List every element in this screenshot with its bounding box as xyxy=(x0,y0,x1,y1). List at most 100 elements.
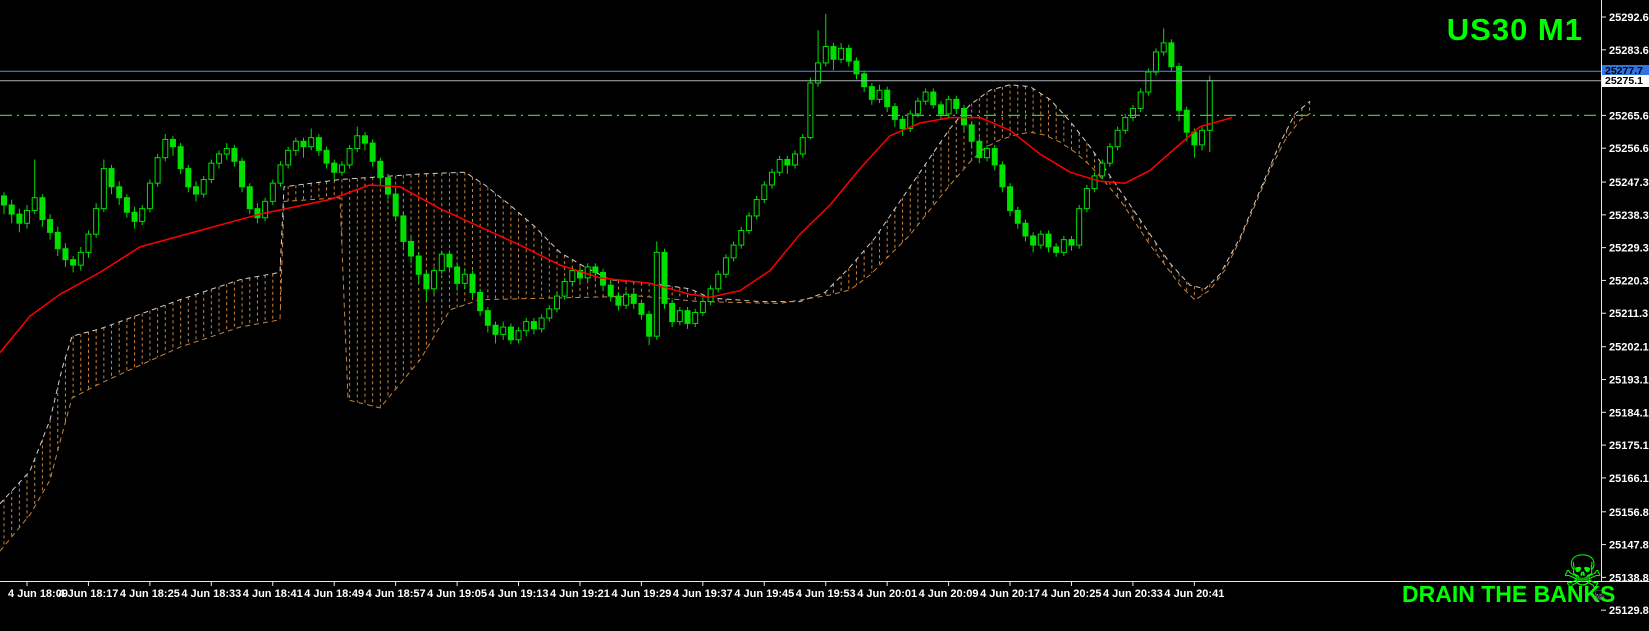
candle-bull xyxy=(776,158,783,173)
candle-bear xyxy=(323,149,330,164)
candle-bull xyxy=(1083,188,1090,210)
candle-bull xyxy=(745,215,752,232)
chart-canvas[interactable]: 25292.6 25283.6 25265.6 25256.6 25247.3 25238… xyxy=(0,0,1649,631)
candle-bear xyxy=(592,266,599,273)
candle-bull xyxy=(285,149,292,166)
candle-bull xyxy=(876,89,883,100)
candle-bull xyxy=(707,288,714,303)
candle-bear xyxy=(1176,66,1183,111)
candle-bear xyxy=(8,204,15,215)
candle-bull xyxy=(200,179,207,195)
candle-bear xyxy=(615,295,622,306)
candle-bull xyxy=(31,197,38,211)
candle-bull xyxy=(277,164,284,184)
candle-bull xyxy=(292,140,299,151)
candle-bull xyxy=(208,162,215,181)
candle-bull xyxy=(461,273,468,284)
candle-bear xyxy=(131,211,138,222)
candle-bull xyxy=(269,182,276,202)
price-label: 25229.3 xyxy=(1609,243,1649,255)
time-label: 4 Jun 19:37 xyxy=(673,588,733,600)
candle-bear xyxy=(853,60,860,75)
candle-bear xyxy=(784,158,791,166)
candle-bull xyxy=(308,137,315,148)
candle-bull xyxy=(1076,208,1083,246)
price-label: 25256.6 xyxy=(1609,143,1649,155)
candle-bull xyxy=(1129,107,1136,119)
candle-bear xyxy=(239,160,246,188)
price-scale[interactable]: 25292.6 25283.6 25265.6 25256.6 25247.3 25238… xyxy=(1601,12,1649,617)
candle-bear xyxy=(377,160,384,179)
price-label: 25193.1 xyxy=(1609,375,1649,387)
candle-bull xyxy=(223,148,230,155)
candle-bear xyxy=(638,302,645,315)
time-label: 4 Jun 18:49 xyxy=(304,588,364,600)
candle-bear xyxy=(1053,246,1060,253)
candle-bull xyxy=(216,153,223,164)
candle-bear xyxy=(1030,235,1037,246)
candle-bull xyxy=(77,251,84,266)
candle-bull xyxy=(100,168,107,210)
candle-bear xyxy=(484,310,491,326)
price-label: 25247.3 xyxy=(1609,177,1649,189)
candle-bear xyxy=(361,135,368,144)
time-label: 4 Jun 19:53 xyxy=(796,588,856,600)
price-label: 25166.1 xyxy=(1609,473,1649,485)
candle-bear xyxy=(1045,233,1052,248)
candle-bear xyxy=(331,162,338,173)
candle-bull xyxy=(1145,71,1152,93)
bid-price-tag: 25275.1 xyxy=(1602,74,1649,87)
candle-bear xyxy=(1022,222,1029,237)
candle-bear xyxy=(1168,42,1175,68)
price-label: 25220.3 xyxy=(1609,275,1649,287)
candle-bull xyxy=(93,208,100,235)
candle-bull xyxy=(154,157,161,184)
candle-bear xyxy=(492,324,499,335)
candle-bull xyxy=(715,273,722,290)
time-label: 4 Jun 18:41 xyxy=(243,588,303,600)
candle-bear xyxy=(930,91,937,106)
candle-bear xyxy=(169,138,176,148)
candle-bear xyxy=(1,195,7,206)
candle-bull xyxy=(146,182,153,210)
time-label: 4 Jun 19:13 xyxy=(489,588,549,600)
candle-bear xyxy=(646,313,653,337)
candle-bear xyxy=(62,248,69,261)
candle-bear xyxy=(123,197,130,213)
candle-bear xyxy=(507,326,514,341)
axes xyxy=(0,0,1649,582)
candle-bull xyxy=(1114,129,1121,148)
small-skull-icon: ☠ xyxy=(1592,588,1606,605)
candle-bull xyxy=(984,148,991,159)
candle-bull xyxy=(85,233,92,253)
candle-bear xyxy=(1014,209,1021,224)
candle-bear xyxy=(108,168,115,188)
candle-bear xyxy=(177,146,184,170)
time-scale[interactable]: 4 Jun 18:094 Jun 18:17 4 Jun 18:25 4 Jun 1… xyxy=(8,581,1224,600)
candle-bear xyxy=(999,164,1006,188)
candle-bear xyxy=(868,86,875,100)
candle-bull xyxy=(807,82,814,139)
candle-bear xyxy=(891,106,898,120)
candle-bull xyxy=(722,257,729,275)
candle-bear xyxy=(961,107,967,126)
candle-bull xyxy=(653,251,660,337)
candle-bear xyxy=(415,255,422,275)
candle-bear xyxy=(469,273,476,293)
candle-bull xyxy=(922,91,929,102)
candle-bull xyxy=(431,270,438,290)
candle-bull xyxy=(1060,239,1067,253)
time-label: 4 Jun 20:09 xyxy=(919,588,979,600)
candle-bear xyxy=(16,213,23,224)
candle-bull xyxy=(1137,91,1144,109)
candle-bear xyxy=(246,186,253,210)
candle-bear xyxy=(1068,239,1075,246)
time-label: 4 Jun 18:33 xyxy=(181,588,241,600)
time-label: 4 Jun 19:29 xyxy=(611,588,671,600)
candle-bear xyxy=(830,46,837,60)
candle-bear xyxy=(254,208,261,219)
candle-bull xyxy=(676,310,683,323)
candle-bear xyxy=(1007,186,1014,211)
candle-bull xyxy=(815,62,822,84)
candle-bear xyxy=(991,148,998,166)
